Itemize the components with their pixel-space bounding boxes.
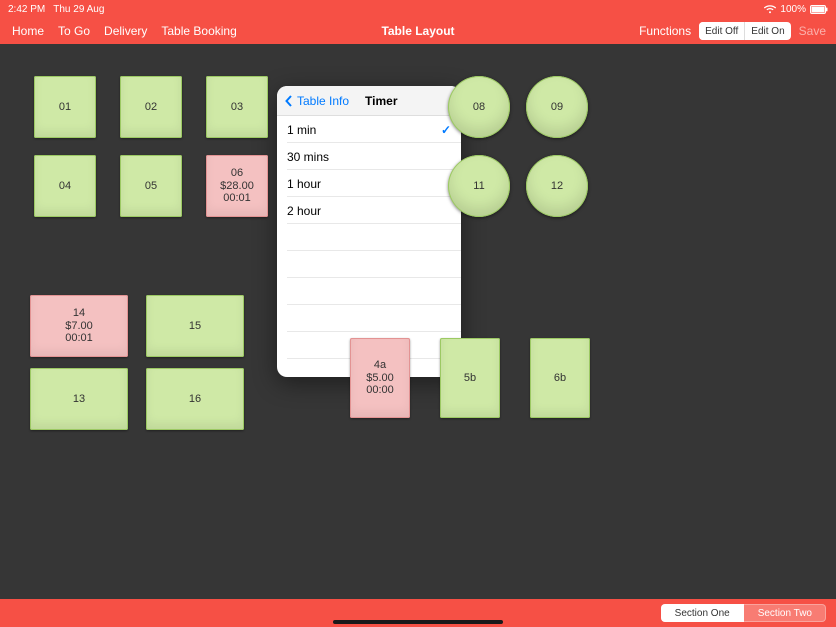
table-line: 16 — [189, 393, 201, 406]
section-one-button[interactable]: Section One — [661, 604, 744, 622]
table-line: 00:01 — [223, 192, 251, 205]
table-line: 02 — [145, 101, 157, 114]
timer-option-label: 1 hour — [287, 177, 321, 191]
check-icon: ✓ — [441, 123, 451, 137]
status-battery-pct: 100% — [780, 4, 806, 15]
table-11[interactable]: 11 — [448, 155, 510, 217]
table-line: 05 — [145, 180, 157, 193]
table-03[interactable]: 03 — [206, 76, 268, 138]
nav-delivery[interactable]: Delivery — [104, 24, 147, 38]
battery-icon — [810, 5, 828, 14]
timer-option-label: 2 hour — [287, 204, 321, 218]
empty-row — [277, 224, 461, 251]
table-line: 14 — [73, 307, 85, 320]
edit-on-button[interactable]: Edit On — [745, 22, 790, 40]
nav-home[interactable]: Home — [12, 24, 44, 38]
table-line: 12 — [551, 180, 563, 193]
table-05[interactable]: 05 — [120, 155, 182, 217]
table-line: 4a — [374, 359, 386, 372]
empty-row — [277, 305, 461, 332]
table-line: 04 — [59, 180, 71, 193]
timer-popover: Table Info Timer 1 min ✓ 30 mins 1 hour 2 ho… — [277, 86, 461, 377]
table-14[interactable]: 14$7.0000:01 — [30, 295, 128, 357]
table-08[interactable]: 08 — [448, 76, 510, 138]
home-indicator — [333, 620, 503, 624]
table-line: 00:01 — [65, 332, 93, 345]
empty-row — [277, 278, 461, 305]
back-label: Table Info — [297, 94, 349, 108]
table-line: 09 — [551, 101, 563, 114]
bottom-bar: Section One Section Two — [0, 599, 836, 627]
edit-toggle: Edit Off Edit On — [699, 22, 791, 40]
section-toggle: Section One Section Two — [661, 604, 826, 622]
table-4a[interactable]: 4a$5.0000:00 — [350, 338, 410, 418]
table-line: $7.00 — [65, 320, 93, 333]
table-line: 06 — [231, 167, 243, 180]
chevron-left-icon — [285, 95, 293, 107]
table-line: $28.00 — [220, 180, 254, 193]
timer-option[interactable]: 1 hour — [277, 170, 461, 197]
table-16[interactable]: 16 — [146, 368, 244, 430]
timer-option[interactable]: 30 mins — [277, 143, 461, 170]
table-5b[interactable]: 5b — [440, 338, 500, 418]
table-line: 5b — [464, 372, 476, 385]
timer-option[interactable]: 2 hour — [277, 197, 461, 224]
table-line: 00:00 — [366, 384, 394, 397]
popover-header: Table Info Timer — [277, 86, 461, 116]
timer-option-label: 1 min — [287, 123, 316, 137]
wifi-icon — [764, 5, 776, 14]
table-line: 13 — [73, 393, 85, 406]
nav-to-go[interactable]: To Go — [58, 24, 90, 38]
table-line: 11 — [473, 180, 484, 193]
nav-bar: Home To Go Delivery Table Booking Table … — [0, 18, 836, 44]
table-line: 01 — [59, 101, 71, 114]
table-09[interactable]: 09 — [526, 76, 588, 138]
table-13[interactable]: 13 — [30, 368, 128, 430]
table-04[interactable]: 04 — [34, 155, 96, 217]
table-15[interactable]: 15 — [146, 295, 244, 357]
status-time: 2:42 PM — [8, 4, 45, 15]
edit-off-button[interactable]: Edit Off — [699, 22, 745, 40]
table-06[interactable]: 06$28.0000:01 — [206, 155, 268, 217]
empty-row — [277, 251, 461, 278]
timer-option-label: 30 mins — [287, 150, 329, 164]
table-01[interactable]: 01 — [34, 76, 96, 138]
status-date: Thu 29 Aug — [53, 4, 104, 15]
status-bar: 2:42 PM Thu 29 Aug 100% — [0, 0, 836, 18]
nav-functions[interactable]: Functions — [639, 24, 691, 38]
back-button[interactable]: Table Info — [285, 94, 349, 108]
table-02[interactable]: 02 — [120, 76, 182, 138]
section-two-button[interactable]: Section Two — [744, 604, 826, 622]
table-line: $5.00 — [366, 372, 394, 385]
table-line: 08 — [473, 101, 485, 114]
popover-title: Timer — [365, 94, 397, 108]
table-12[interactable]: 12 — [526, 155, 588, 217]
table-6b[interactable]: 6b — [530, 338, 590, 418]
save-button[interactable]: Save — [799, 24, 826, 38]
table-line: 15 — [189, 320, 201, 333]
table-line: 03 — [231, 101, 243, 114]
timer-option[interactable]: 1 min ✓ — [277, 116, 461, 143]
nav-table-booking[interactable]: Table Booking — [161, 24, 236, 38]
table-canvas: Table Info Timer 1 min ✓ 30 mins 1 hour 2 ho… — [0, 44, 836, 599]
table-line: 6b — [554, 372, 566, 385]
